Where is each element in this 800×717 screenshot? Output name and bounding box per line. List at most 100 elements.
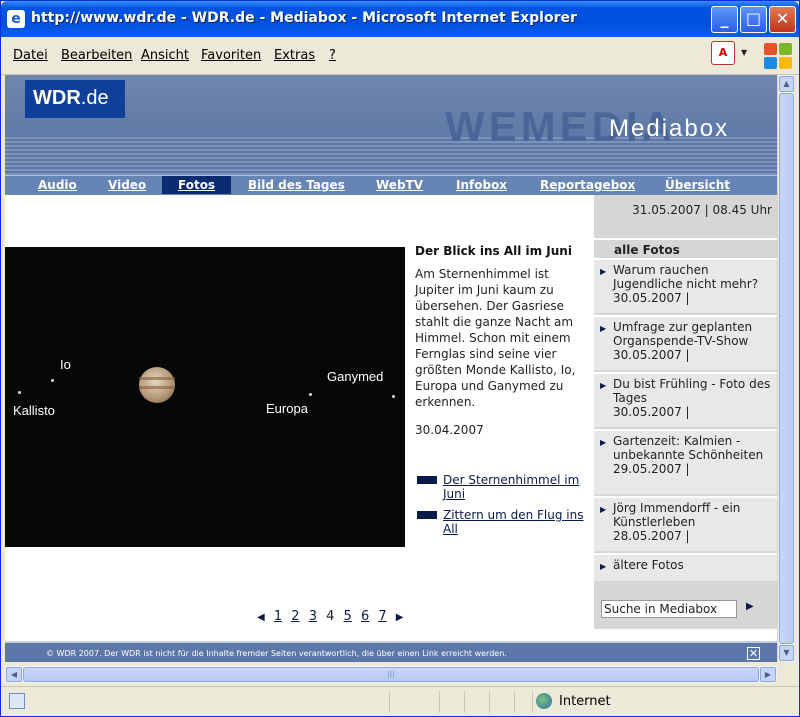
sidebar-item-title[interactable]: Jörg Immendorff - ein Künstlerleben xyxy=(613,501,771,529)
sidebar-item-date: 30.05.2007 | xyxy=(613,291,690,305)
page-link[interactable]: 7 xyxy=(378,609,386,624)
search-input[interactable]: Suche in Mediabox xyxy=(601,600,737,618)
ie-icon: e xyxy=(7,10,25,28)
sidebar-item-date: 30.05.2007 | xyxy=(613,348,690,362)
page-link[interactable]: 2 xyxy=(291,609,299,624)
label-ganymed: Ganymed xyxy=(327,369,384,384)
nav-audio[interactable]: Audio xyxy=(38,178,77,192)
article-date: 30.04.2007 xyxy=(415,423,484,437)
sidebar-item-date: 28.05.2007 | xyxy=(613,529,690,543)
scroll-thumb[interactable]: ||| xyxy=(23,667,759,682)
menu-help[interactable]: ? xyxy=(329,48,336,63)
status-segment xyxy=(439,691,464,713)
logo-de-text: .de xyxy=(80,87,109,109)
security-zone: Internet xyxy=(559,694,611,709)
bullet-icon: ▶ xyxy=(600,324,607,333)
section-title: Mediabox xyxy=(609,115,730,142)
scroll-thumb[interactable] xyxy=(779,93,794,644)
jupiter-photo: Io Kallisto Ganymed Europa xyxy=(5,247,405,547)
bullet-icon: ▶ xyxy=(600,438,607,447)
sidebar-item-title[interactable]: Gartenzeit: Kalmien - unbekannte Schönhe… xyxy=(613,434,771,462)
nav-fotos[interactable]: Fotos xyxy=(162,176,232,194)
link-arrow-icon xyxy=(417,476,437,484)
sidebar-item[interactable]: ▶ Gartenzeit: Kalmien - unbekannte Schön… xyxy=(594,429,777,494)
sidebar: 31.05.2007 | 08.45 Uhr alle Fotos ▶ Waru… xyxy=(594,195,777,629)
moon-kallisto xyxy=(18,391,21,394)
main-nav: Audio Video Fotos Bild des Tages WebTV I… xyxy=(5,175,777,195)
chevron-down-icon[interactable]: ▼ xyxy=(741,48,747,57)
sidebar-more[interactable]: ▶ ältere Fotos xyxy=(594,553,777,581)
nav-infobox[interactable]: Infobox xyxy=(456,178,507,192)
article-body: Am Sternenhimmel ist Jupiter im Juni kau… xyxy=(415,267,576,409)
moon-ganymed xyxy=(392,395,395,398)
next-page-icon[interactable]: ▶ xyxy=(396,612,404,623)
menu-favoriten[interactable]: Favoriten xyxy=(201,48,261,63)
globe-icon xyxy=(536,693,552,709)
scroll-down-icon[interactable]: ▼ xyxy=(779,645,794,661)
vertical-scrollbar[interactable]: ▲ ▼ xyxy=(777,75,794,662)
current-page: 4 xyxy=(326,609,335,624)
close-button[interactable]: ✕ xyxy=(769,6,796,33)
sidebar-more-label[interactable]: ältere Fotos xyxy=(613,558,771,572)
sidebar-item[interactable]: ▶ Umfrage zur geplanten Organspende-TV-S… xyxy=(594,315,777,370)
page-link[interactable]: 6 xyxy=(361,609,369,624)
related-link-text[interactable]: Zittern um den Flug ins All xyxy=(443,508,593,536)
windows-logo-icon xyxy=(762,41,794,71)
status-segment xyxy=(464,691,489,713)
sidebar-item-title[interactable]: Warum rauchen Jugendliche nicht mehr? xyxy=(613,263,771,291)
menu-ansicht[interactable]: Ansicht xyxy=(141,48,189,63)
sidebar-item-title[interactable]: Umfrage zur geplanten Organspende-TV-Sho… xyxy=(613,320,771,348)
menu-bearbeiten[interactable]: Bearbeiten xyxy=(61,48,132,63)
menu-datei[interactable]: Datei xyxy=(13,48,48,63)
prev-page-icon[interactable]: ◀ xyxy=(257,612,265,623)
bullet-icon: ▶ xyxy=(600,505,607,514)
maximize-button[interactable]: □ xyxy=(740,6,767,33)
sidebar-item[interactable]: ▶ Jörg Immendorff - ein Künstlerleben 28… xyxy=(594,496,777,551)
bullet-icon: ▶ xyxy=(600,267,607,276)
sidebar-item[interactable]: ▶ Warum rauchen Jugendliche nicht mehr? … xyxy=(594,258,777,313)
page-link[interactable]: 5 xyxy=(344,609,352,624)
site-header: WDR.de WEMEDIA Mediabox xyxy=(5,75,777,175)
footer: © WDR 2007. Der WDR ist nicht für die In… xyxy=(5,641,777,662)
title-bar[interactable]: e http://www.wdr.de - WDR.de - Mediabox … xyxy=(1,1,799,37)
sidebar-heading: alle Fotos xyxy=(594,238,777,258)
search-go-icon[interactable]: ▶ xyxy=(746,601,754,612)
status-segment xyxy=(514,691,532,713)
page-link[interactable]: 3 xyxy=(309,609,317,624)
sidebar-datetime: 31.05.2007 | 08.45 Uhr xyxy=(632,203,772,217)
status-bar: Internet xyxy=(1,686,799,716)
sidebar-item-title[interactable]: Du bist Frühling - Foto des Tages xyxy=(613,377,771,405)
wdr-logo[interactable]: WDR.de xyxy=(25,80,125,118)
nav-webtv[interactable]: WebTV xyxy=(376,178,423,192)
scroll-left-icon[interactable]: ◀ xyxy=(6,667,22,682)
status-segment xyxy=(389,691,439,713)
menu-bar: Datei Bearbeiten Ansicht Favoriten Extra… xyxy=(1,37,799,75)
nav-bild-des-tages[interactable]: Bild des Tages xyxy=(248,178,345,192)
menu-extras[interactable]: Extras xyxy=(274,48,315,63)
jupiter-planet xyxy=(139,367,175,403)
close-icon[interactable]: ✕ xyxy=(747,647,760,660)
scroll-up-icon[interactable]: ▲ xyxy=(779,76,794,92)
pdf-icon[interactable]: A xyxy=(711,41,735,65)
status-segment xyxy=(489,691,514,713)
pagination: ◀ 1 2 3 4 5 6 7 ▶ xyxy=(257,609,409,624)
link-arrow-icon xyxy=(417,511,437,519)
sidebar-item-date: 30.05.2007 | xyxy=(613,405,690,419)
minimize-button[interactable]: _ xyxy=(711,6,738,33)
sidebar-item-date: 29.05.2007 | xyxy=(613,462,690,476)
related-link-text[interactable]: Der Sternenhimmel im Juni xyxy=(443,473,593,501)
nav-video[interactable]: Video xyxy=(108,178,146,192)
page-content: WDR.de WEMEDIA Mediabox Audio Video Foto… xyxy=(5,75,777,662)
nav-uebersicht[interactable]: Übersicht xyxy=(665,178,730,192)
label-kallisto: Kallisto xyxy=(13,403,55,418)
sidebar-item[interactable]: ▶ Du bist Frühling - Foto des Tages 30.0… xyxy=(594,372,777,427)
page-icon xyxy=(9,693,25,709)
window-title: http://www.wdr.de - WDR.de - Mediabox - … xyxy=(31,10,577,26)
scroll-right-icon[interactable]: ▶ xyxy=(760,667,776,682)
nav-reportagebox[interactable]: Reportagebox xyxy=(540,178,635,192)
page-link[interactable]: 1 xyxy=(274,609,282,624)
moon-europa xyxy=(309,393,312,396)
horizontal-scrollbar[interactable]: ◀ ||| ▶ xyxy=(5,666,777,683)
bullet-icon: ▶ xyxy=(600,562,607,571)
jupiter-band xyxy=(139,377,175,380)
